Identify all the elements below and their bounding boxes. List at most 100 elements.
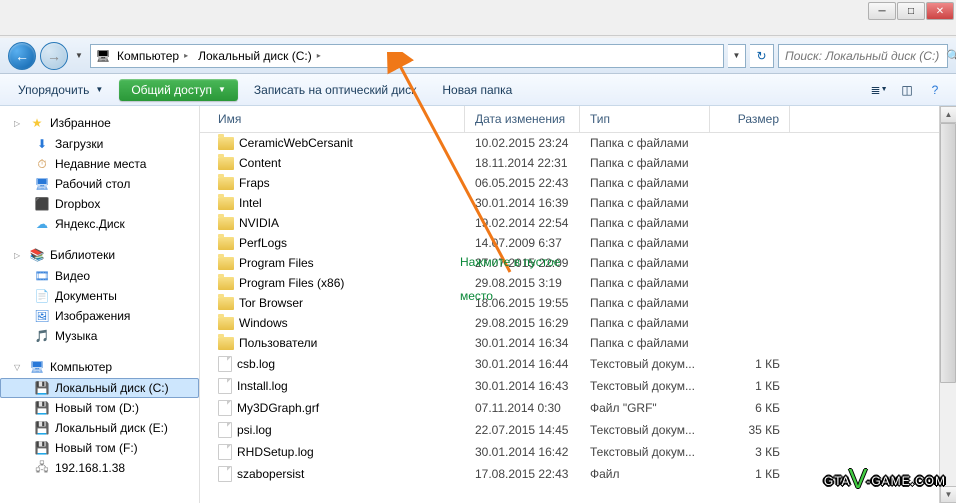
search-box[interactable]: 🔍 bbox=[778, 44, 948, 68]
new-folder-button[interactable]: Новая папка bbox=[432, 79, 522, 101]
file-row[interactable]: Program Files27.07.2015 22:09Папка с фай… bbox=[200, 253, 956, 273]
sidebar-favorite-1[interactable]: ⏱Недавние места bbox=[0, 154, 199, 174]
file-row[interactable]: szabopersist17.08.2015 22:43Файл1 КБ bbox=[200, 463, 956, 485]
file-type: Текстовый докум... bbox=[580, 443, 710, 461]
sidebar-favorite-3[interactable]: ⬛Dropbox bbox=[0, 194, 199, 214]
sidebar-favorites-header[interactable]: ▷ ★ Избранное bbox=[0, 112, 199, 134]
scroll-down-button[interactable]: ▼ bbox=[940, 486, 956, 503]
sidebar-computer-header[interactable]: ▽ 🖥 Компьютер bbox=[0, 356, 199, 378]
collapse-icon: ▷ bbox=[14, 251, 24, 260]
scroll-thumb[interactable] bbox=[940, 123, 956, 383]
nav-item-label: Локальный диск (C:) bbox=[55, 381, 169, 395]
organize-button[interactable]: Упорядочить▼ bbox=[8, 79, 113, 101]
nav-history-dropdown[interactable]: ▼ bbox=[72, 50, 86, 62]
search-icon: 🔍 bbox=[946, 48, 956, 64]
column-type[interactable]: Тип bbox=[580, 106, 710, 132]
file-row[interactable]: My3DGraph.grf07.11.2014 0:30Файл "GRF"6 … bbox=[200, 397, 956, 419]
burn-disc-button[interactable]: Записать на оптический диск bbox=[244, 79, 427, 101]
nav-item-icon: 🖥 bbox=[34, 176, 50, 192]
file-row[interactable]: psi.log22.07.2015 14:45Текстовый докум..… bbox=[200, 419, 956, 441]
sidebar-favorite-2[interactable]: 🖥Рабочий стол bbox=[0, 174, 199, 194]
column-name[interactable]: Имя bbox=[200, 106, 465, 132]
breadcrumb-drive-c[interactable]: Локальный диск (C:)▸ bbox=[194, 47, 325, 65]
file-row[interactable]: Content18.11.2014 22:31Папка с файлами bbox=[200, 153, 956, 173]
sidebar-drive-3[interactable]: 💾Новый том (F:) bbox=[0, 438, 199, 458]
sidebar-favorite-0[interactable]: ⬇Загрузки bbox=[0, 134, 199, 154]
file-list-pane[interactable]: Имя Дата изменения Тип Размер CeramicWeb… bbox=[200, 106, 956, 503]
file-size bbox=[710, 241, 790, 245]
sidebar-libraries-header[interactable]: ▷ 📚 Библиотеки bbox=[0, 244, 199, 266]
file-row[interactable]: Fraps06.05.2015 22:43Папка с файлами bbox=[200, 173, 956, 193]
back-button[interactable]: ← bbox=[8, 42, 36, 70]
file-name: CeramicWebCersanit bbox=[239, 136, 353, 150]
share-button[interactable]: Общий доступ▼ bbox=[119, 79, 238, 101]
close-button[interactable]: ✕ bbox=[926, 2, 954, 20]
file-size bbox=[710, 201, 790, 205]
help-button[interactable]: ? bbox=[922, 79, 948, 101]
vertical-scrollbar[interactable]: ▲ ▼ bbox=[939, 106, 956, 503]
star-icon: ★ bbox=[29, 115, 45, 131]
file-row[interactable]: Windows29.08.2015 16:29Папка с файлами bbox=[200, 313, 956, 333]
file-type: Текстовый докум... bbox=[580, 377, 710, 395]
maximize-button[interactable]: □ bbox=[897, 2, 925, 20]
file-name: csb.log bbox=[237, 357, 275, 371]
file-row[interactable]: RHDSetup.log30.01.2014 16:42Текстовый до… bbox=[200, 441, 956, 463]
sidebar-drive-0[interactable]: 💾Локальный диск (C:) bbox=[0, 378, 199, 398]
breadcrumb-computer[interactable]: Компьютер▸ bbox=[113, 47, 192, 65]
file-date: 19.02.2014 22:54 bbox=[465, 214, 580, 232]
file-row[interactable]: Intel30.01.2014 16:39Папка с файлами bbox=[200, 193, 956, 213]
sidebar-drive-2[interactable]: 💾Локальный диск (E:) bbox=[0, 418, 199, 438]
file-row[interactable]: PerfLogs14.07.2009 6:37Папка с файлами bbox=[200, 233, 956, 253]
preview-pane-button[interactable]: ◫ bbox=[894, 79, 920, 101]
view-options-button[interactable]: ≣ ▼ bbox=[866, 79, 892, 101]
file-icon bbox=[218, 378, 232, 394]
file-name: psi.log bbox=[237, 423, 272, 437]
folder-icon bbox=[218, 157, 234, 170]
folder-icon bbox=[218, 257, 234, 270]
file-size bbox=[710, 141, 790, 145]
nav-item-icon: ☁ bbox=[34, 216, 50, 232]
minimize-button[interactable]: ─ bbox=[868, 2, 896, 20]
file-row[interactable]: NVIDIA 19.02.2014 22:54Папка с файлами bbox=[200, 213, 956, 233]
file-row[interactable]: Program Files (x86)29.08.2015 3:19Папка … bbox=[200, 273, 956, 293]
sidebar-drive-4[interactable]: 🖧192.168.1.38 bbox=[0, 458, 199, 478]
file-row[interactable]: Пользователи30.01.2014 16:34Папка с файл… bbox=[200, 333, 956, 353]
file-name: Tor Browser bbox=[239, 296, 303, 310]
refresh-button[interactable]: ↻ bbox=[750, 44, 774, 68]
file-name: Install.log bbox=[237, 379, 288, 393]
file-name: Program Files (x86) bbox=[239, 276, 344, 290]
sidebar-library-2[interactable]: 🖼Изображения bbox=[0, 306, 199, 326]
column-size[interactable]: Размер bbox=[710, 106, 790, 132]
nav-item-icon: ⏱ bbox=[34, 156, 50, 172]
sidebar-library-0[interactable]: 🎞Видео bbox=[0, 266, 199, 286]
file-date: 18.11.2014 22:31 bbox=[465, 154, 580, 172]
address-bar[interactable]: 🖥 Компьютер▸ Локальный диск (C:)▸ bbox=[90, 44, 724, 68]
file-row[interactable]: CeramicWebCersanit10.02.2015 23:24Папка … bbox=[200, 133, 956, 153]
file-type: Папка с файлами bbox=[580, 214, 710, 232]
sidebar-drive-1[interactable]: 💾Новый том (D:) bbox=[0, 398, 199, 418]
file-date: 18.06.2015 19:55 bbox=[465, 294, 580, 312]
sidebar-library-3[interactable]: 🎵Музыка bbox=[0, 326, 199, 346]
scroll-up-button[interactable]: ▲ bbox=[940, 106, 956, 123]
nav-item-icon: 🖼 bbox=[34, 308, 50, 324]
folder-icon bbox=[218, 197, 234, 210]
file-type: Папка с файлами bbox=[580, 154, 710, 172]
file-name: NVIDIA bbox=[239, 216, 279, 230]
column-date[interactable]: Дата изменения bbox=[465, 106, 580, 132]
file-type: Папка с файлами bbox=[580, 174, 710, 192]
nav-item-icon: 📄 bbox=[34, 288, 50, 304]
file-row[interactable]: Install.log30.01.2014 16:43Текстовый док… bbox=[200, 375, 956, 397]
file-icon bbox=[218, 444, 232, 460]
forward-button[interactable]: → bbox=[40, 42, 68, 70]
file-date: 14.07.2009 6:37 bbox=[465, 234, 580, 252]
file-row[interactable]: Tor Browser18.06.2015 19:55Папка с файла… bbox=[200, 293, 956, 313]
address-dropdown[interactable]: ▼ bbox=[728, 44, 746, 68]
file-size bbox=[710, 261, 790, 265]
file-row[interactable]: csb.log30.01.2014 16:44Текстовый докум..… bbox=[200, 353, 956, 375]
sidebar-library-1[interactable]: 📄Документы bbox=[0, 286, 199, 306]
search-input[interactable] bbox=[785, 49, 942, 63]
file-name: My3DGraph.grf bbox=[237, 401, 319, 415]
file-name: Program Files bbox=[239, 256, 314, 270]
sidebar-favorite-4[interactable]: ☁Яндекс.Диск bbox=[0, 214, 199, 234]
navigation-pane[interactable]: ▷ ★ Избранное ⬇Загрузки⏱Недавние места🖥Р… bbox=[0, 106, 200, 503]
